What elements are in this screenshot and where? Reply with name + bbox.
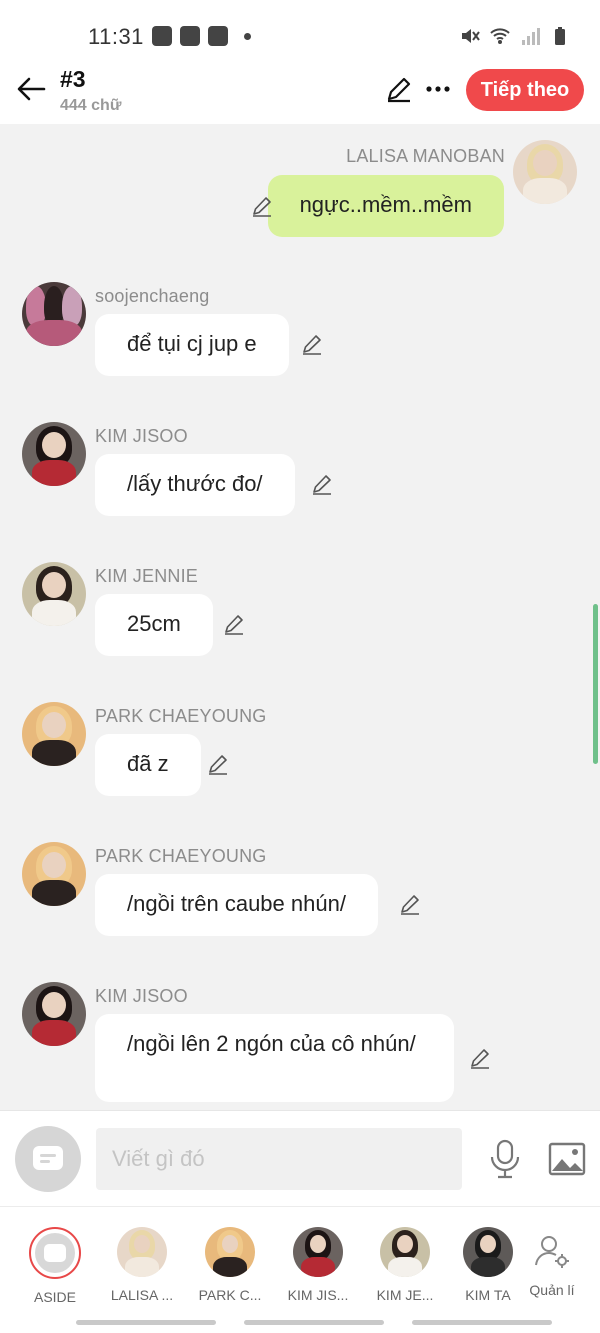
editor-header: #3 444 chữ Tiếp theo bbox=[0, 62, 600, 124]
mute-icon bbox=[462, 29, 480, 43]
status-notification-icons bbox=[152, 26, 251, 46]
avatar[interactable] bbox=[22, 842, 86, 906]
status-bar: 11:31 bbox=[0, 0, 600, 62]
avatar bbox=[463, 1227, 513, 1277]
image-icon[interactable] bbox=[548, 1141, 586, 1177]
edit-message-icon[interactable] bbox=[222, 612, 246, 636]
gallery-notification-icon bbox=[152, 26, 172, 46]
edit-message-icon[interactable] bbox=[398, 892, 422, 916]
message-bubble[interactable]: để tụi cj jup e bbox=[95, 314, 289, 376]
manage-characters[interactable]: Quản lí bbox=[512, 1227, 592, 1298]
character-kim-jennie[interactable]: KIM JE... bbox=[365, 1227, 445, 1303]
avatar[interactable] bbox=[22, 982, 86, 1046]
message-item: PARK CHAEYOUNG /ngồi trên caube nhún/ bbox=[0, 842, 600, 942]
chat-scrollbar[interactable] bbox=[593, 604, 598, 764]
edit-message-icon[interactable] bbox=[206, 752, 230, 776]
message-sender: KIM JISOO bbox=[95, 426, 188, 446]
message-item: soojenchaeng để tụi cj jup e bbox=[0, 282, 600, 382]
character-label: KIM JIS... bbox=[287, 1287, 349, 1303]
message-icon bbox=[33, 1146, 63, 1170]
message-sender: KIM JENNIE bbox=[95, 566, 199, 586]
message-item: KIM JENNIE 25cm bbox=[0, 562, 600, 662]
status-system-icons bbox=[460, 26, 570, 46]
more-notifications-dot-icon bbox=[244, 32, 251, 40]
chat-thread: LALISA MANOBAN ngực..mềm..mềm soojenchae… bbox=[0, 124, 600, 1110]
chapter-title: #3 bbox=[60, 66, 86, 92]
edit-message-icon[interactable] bbox=[250, 194, 274, 218]
character-label: PARK C... bbox=[198, 1287, 262, 1303]
chat-mode-button[interactable] bbox=[15, 1126, 81, 1192]
status-time: 11:31 bbox=[88, 24, 144, 49]
message-item: PARK CHAEYOUNG đã z bbox=[0, 702, 600, 802]
message-bubble[interactable]: /ngồi lên 2 ngón của cô nhún/ bbox=[95, 1014, 454, 1102]
message-input[interactable] bbox=[96, 1128, 462, 1190]
nav-home-button[interactable] bbox=[244, 1320, 384, 1325]
character-label: Quản lí bbox=[529, 1282, 575, 1298]
avatar[interactable] bbox=[513, 140, 577, 204]
message-bubble[interactable]: /lấy thước đo/ bbox=[95, 454, 295, 516]
message-bubble[interactable]: ngực..mềm..mềm bbox=[267, 175, 504, 237]
message-bubble[interactable]: đã z bbox=[95, 734, 201, 796]
system-nav-bar bbox=[0, 1312, 600, 1333]
avatar bbox=[293, 1227, 343, 1277]
character-label: LALISA ... bbox=[110, 1287, 174, 1303]
avatar bbox=[380, 1227, 430, 1277]
message-bubble[interactable]: /ngồi trên caube nhún/ bbox=[95, 874, 378, 936]
edit-message-icon[interactable] bbox=[468, 1046, 492, 1070]
nav-back-button[interactable] bbox=[412, 1320, 552, 1325]
character-label: ASIDE bbox=[33, 1289, 76, 1305]
aside-avatar bbox=[29, 1227, 81, 1279]
character-aside[interactable]: ASIDE bbox=[15, 1227, 95, 1305]
more-options-icon[interactable] bbox=[423, 74, 453, 104]
message-item: KIM JISOO /lấy thước đo/ bbox=[0, 422, 600, 522]
edit-pencil-icon[interactable] bbox=[384, 74, 414, 104]
avatar bbox=[117, 1227, 167, 1277]
avatar[interactable] bbox=[22, 562, 86, 626]
message-sender: soojenchaeng bbox=[95, 286, 210, 306]
composer bbox=[0, 1110, 600, 1206]
message-item: KIM JISOO /ngồi lên 2 ngón của cô nhún/ bbox=[0, 982, 600, 1110]
message-icon bbox=[44, 1244, 66, 1262]
microphone-icon[interactable] bbox=[488, 1139, 522, 1179]
message-sender: KIM JISOO bbox=[95, 986, 188, 1006]
character-lalisa[interactable]: LALISA ... bbox=[102, 1227, 182, 1303]
edit-message-icon[interactable] bbox=[310, 472, 334, 496]
message-item: LALISA MANOBAN ngực..mềm..mềm bbox=[0, 124, 600, 244]
message-sender: LALISA MANOBAN bbox=[346, 146, 505, 166]
battery-icon bbox=[555, 27, 565, 45]
next-button[interactable]: Tiếp theo bbox=[466, 69, 584, 111]
avatar[interactable] bbox=[22, 282, 86, 346]
avatar bbox=[205, 1227, 255, 1277]
avatar[interactable] bbox=[22, 422, 86, 486]
avatar[interactable] bbox=[22, 702, 86, 766]
character-label: KIM JE... bbox=[376, 1287, 434, 1303]
message-sender: PARK CHAEYOUNG bbox=[95, 846, 267, 866]
shopee-notification-icon bbox=[180, 26, 200, 46]
manage-users-icon bbox=[535, 1236, 569, 1268]
nav-recent-button[interactable] bbox=[76, 1320, 216, 1325]
character-kim-jisoo[interactable]: KIM JIS... bbox=[278, 1227, 358, 1303]
back-arrow-icon[interactable] bbox=[14, 72, 48, 106]
signal-icon bbox=[522, 28, 540, 45]
character-park-chaeyoung[interactable]: PARK C... bbox=[190, 1227, 270, 1303]
edit-message-icon[interactable] bbox=[300, 332, 324, 356]
character-bar: ASIDE LALISA ... PARK C... KIM JIS... KI… bbox=[0, 1206, 600, 1312]
word-count: 444 chữ bbox=[60, 97, 122, 114]
message-sender: PARK CHAEYOUNG bbox=[95, 706, 267, 726]
app-notification-icon bbox=[208, 26, 228, 46]
wifi-icon bbox=[490, 28, 510, 44]
message-bubble[interactable]: 25cm bbox=[95, 594, 213, 656]
